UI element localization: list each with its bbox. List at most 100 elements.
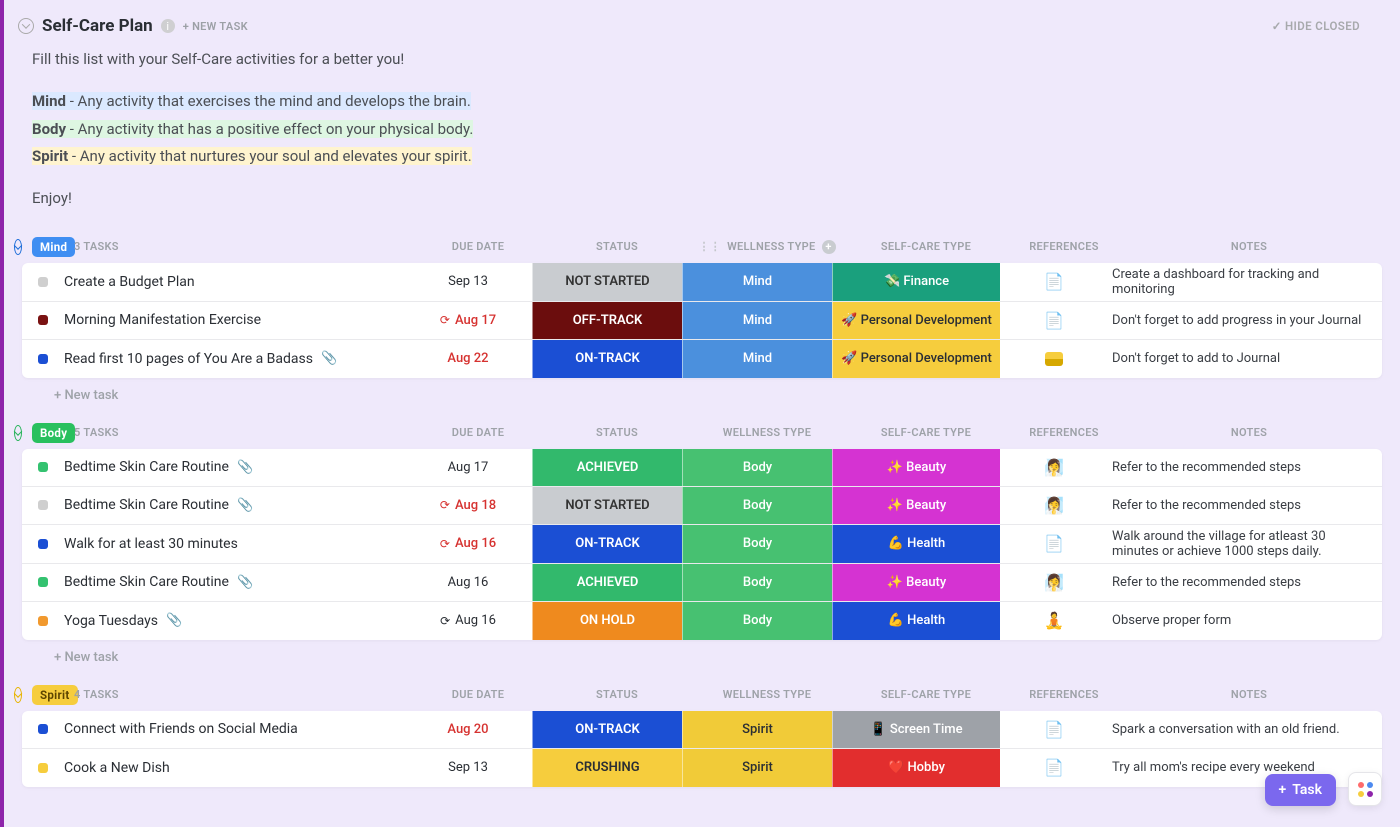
group-tag[interactable]: Spirit	[32, 685, 78, 705]
task-name[interactable]: Bedtime Skin Care Routine📎	[64, 449, 404, 486]
reference-cell[interactable]: 🧖‍♀️	[1000, 487, 1108, 524]
due-date[interactable]: Sep 13	[404, 749, 532, 787]
group-tag[interactable]: Body	[32, 423, 75, 443]
caretype-cell[interactable]: 📱 Screen Time	[832, 711, 1000, 748]
task-name[interactable]: Bedtime Skin Care Routine📎	[64, 487, 404, 524]
table-row[interactable]: Read first 10 pages of You Are a Badass📎…	[22, 340, 1382, 378]
reference-cell[interactable]: 🧖‍♀️	[1000, 564, 1108, 601]
caretype-cell[interactable]: ✨ Beauty	[832, 487, 1000, 524]
wellness-cell[interactable]: Mind	[682, 340, 832, 378]
table-row[interactable]: Bedtime Skin Care Routine📎⟳Aug 18NOT STA…	[22, 487, 1382, 525]
drag-icon[interactable]: ⋮⋮	[698, 240, 721, 253]
due-date[interactable]: Aug 20	[404, 711, 532, 748]
task-name[interactable]: Yoga Tuesdays📎	[64, 602, 404, 640]
task-name[interactable]: Create a Budget Plan	[64, 263, 404, 301]
reference-cell[interactable]: 📄	[1000, 302, 1108, 339]
col-header-caretype[interactable]: SELF-CARE TYPE	[842, 240, 1010, 253]
col-header-status[interactable]: STATUS	[542, 426, 692, 439]
group-tag[interactable]: Mind	[32, 237, 75, 257]
col-header-caretype[interactable]: SELF-CARE TYPE	[842, 426, 1010, 439]
col-header-references[interactable]: REFERENCES	[1010, 688, 1118, 701]
col-header-wellness[interactable]: WELLNESS TYPE	[692, 688, 842, 701]
due-date[interactable]: ⟳Aug 16	[404, 525, 532, 563]
notes-cell[interactable]: Spark a conversation with an old friend.	[1108, 711, 1382, 748]
col-header-references[interactable]: REFERENCES	[1010, 240, 1118, 253]
col-header-due[interactable]: DUE DATE	[414, 240, 542, 253]
new-task-header-button[interactable]: + NEW TASK	[183, 20, 248, 33]
attachment-icon[interactable]: 📎	[237, 575, 253, 590]
status-bullet[interactable]	[38, 277, 48, 287]
status-bullet[interactable]	[38, 616, 48, 626]
due-date[interactable]: Aug 16	[404, 564, 532, 601]
wellness-cell[interactable]: Body	[682, 602, 832, 640]
reference-cell[interactable]: 📄	[1000, 749, 1108, 787]
reference-cell[interactable]: 📄	[1000, 263, 1108, 301]
group-collapse-icon[interactable]	[14, 687, 22, 703]
col-header-references[interactable]: REFERENCES	[1010, 426, 1118, 439]
col-header-notes[interactable]: NOTES	[1118, 688, 1380, 701]
col-header-caretype[interactable]: SELF-CARE TYPE	[842, 688, 1010, 701]
due-date[interactable]: Sep 13	[404, 263, 532, 301]
status-cell[interactable]: ON-TRACK	[532, 340, 682, 378]
status-cell[interactable]: OFF-TRACK	[532, 302, 682, 339]
task-name[interactable]: Morning Manifestation Exercise	[64, 302, 404, 339]
status-cell[interactable]: CRUSHING	[532, 749, 682, 787]
status-bullet[interactable]	[38, 354, 48, 364]
notes-cell[interactable]: Don't forget to add progress in your Jou…	[1108, 302, 1382, 339]
col-header-wellness[interactable]: ⋮⋮WELLNESS TYPE+	[692, 240, 842, 254]
attachment-icon[interactable]: 📎	[237, 460, 253, 475]
status-cell[interactable]: ACHIEVED	[532, 449, 682, 486]
status-bullet[interactable]	[38, 315, 48, 325]
floating-apps-button[interactable]	[1348, 772, 1382, 806]
task-name[interactable]: Connect with Friends on Social Media	[64, 711, 404, 748]
table-row[interactable]: Walk for at least 30 minutes⟳Aug 16ON-TR…	[22, 525, 1382, 564]
status-bullet[interactable]	[38, 539, 48, 549]
notes-cell[interactable]: Try all mom's recipe every weekend	[1108, 749, 1382, 787]
status-cell[interactable]: ON-TRACK	[532, 711, 682, 748]
notes-cell[interactable]: Don't forget to add to Journal	[1108, 340, 1382, 378]
new-task-row[interactable]: + New task	[4, 378, 1400, 407]
table-row[interactable]: Bedtime Skin Care Routine📎Aug 17ACHIEVED…	[22, 449, 1382, 487]
col-header-status[interactable]: STATUS	[542, 240, 692, 253]
attachment-icon[interactable]: 📎	[166, 613, 182, 628]
caretype-cell[interactable]: 💸 Finance	[832, 263, 1000, 301]
caretype-cell[interactable]: ✨ Beauty	[832, 449, 1000, 486]
caretype-cell[interactable]: 💪 Health	[832, 525, 1000, 563]
status-bullet[interactable]	[38, 724, 48, 734]
due-date[interactable]: ⟳Aug 18	[404, 487, 532, 524]
info-icon[interactable]: i	[161, 19, 175, 33]
wellness-cell[interactable]: Mind	[682, 263, 832, 301]
caretype-cell[interactable]: 🚀 Personal Development	[832, 302, 1000, 339]
notes-cell[interactable]: Refer to the recommended steps	[1108, 449, 1382, 486]
hide-closed-button[interactable]: HIDE CLOSED	[1272, 19, 1384, 33]
status-cell[interactable]: ON-TRACK	[532, 525, 682, 563]
notes-cell[interactable]: Observe proper form	[1108, 602, 1382, 640]
table-row[interactable]: Yoga Tuesdays📎⟳Aug 16ON HOLDBody💪 Health…	[22, 602, 1382, 640]
caretype-cell[interactable]: 💪 Health	[832, 602, 1000, 640]
attachment-icon[interactable]: 📎	[237, 498, 253, 513]
task-name[interactable]: Bedtime Skin Care Routine📎	[64, 564, 404, 601]
table-row[interactable]: Connect with Friends on Social MediaAug …	[22, 711, 1382, 749]
add-column-icon[interactable]: +	[822, 240, 836, 254]
wellness-cell[interactable]: Body	[682, 487, 832, 524]
status-cell[interactable]: NOT STARTED	[532, 263, 682, 301]
wellness-cell[interactable]: Spirit	[682, 711, 832, 748]
col-header-notes[interactable]: NOTES	[1118, 240, 1380, 253]
reference-cell[interactable]: 🧖‍♀️	[1000, 449, 1108, 486]
table-row[interactable]: Cook a New DishSep 13CRUSHINGSpirit❤️ Ho…	[22, 749, 1382, 787]
caretype-cell[interactable]: ✨ Beauty	[832, 564, 1000, 601]
wellness-cell[interactable]: Body	[682, 525, 832, 563]
caretype-cell[interactable]: 🚀 Personal Development	[832, 340, 1000, 378]
status-bullet[interactable]	[38, 462, 48, 472]
notes-cell[interactable]: Refer to the recommended steps	[1108, 564, 1382, 601]
task-name[interactable]: Read first 10 pages of You Are a Badass📎	[64, 340, 404, 378]
notes-cell[interactable]: Walk around the village for atleast 30 m…	[1108, 525, 1382, 563]
group-collapse-icon[interactable]	[14, 239, 22, 255]
status-cell[interactable]: NOT STARTED	[532, 487, 682, 524]
status-bullet[interactable]	[38, 500, 48, 510]
status-bullet[interactable]	[38, 763, 48, 773]
table-row[interactable]: Bedtime Skin Care Routine📎Aug 16ACHIEVED…	[22, 564, 1382, 602]
status-cell[interactable]: ON HOLD	[532, 602, 682, 640]
col-header-status[interactable]: STATUS	[542, 688, 692, 701]
reference-cell[interactable]: 📄	[1000, 525, 1108, 563]
